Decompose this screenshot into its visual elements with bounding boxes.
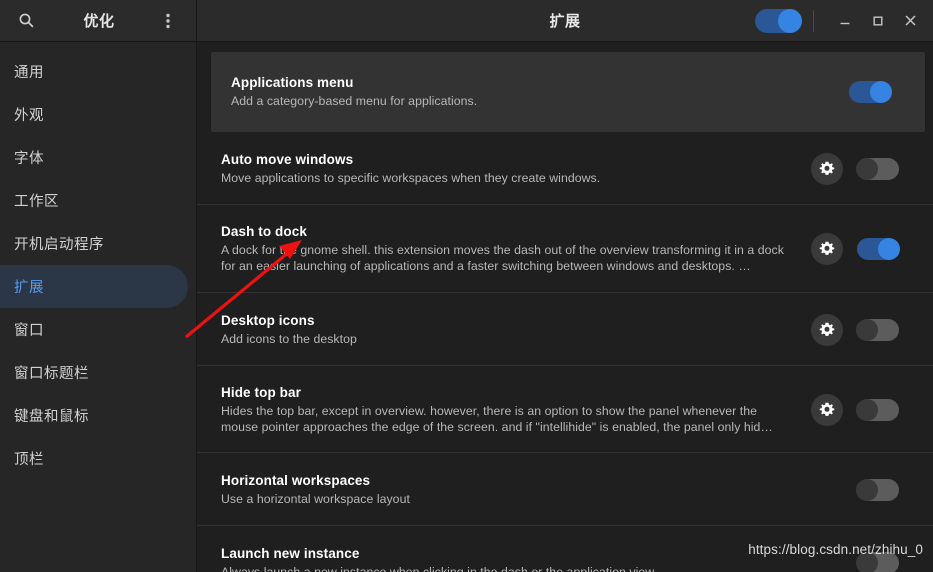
- extension-controls: [811, 393, 899, 426]
- extension-controls: [811, 233, 900, 265]
- gear-icon[interactable]: [811, 233, 843, 265]
- toggle-knob: [778, 8, 802, 33]
- extension-text: Horizontal workspaces Use a horizontal wo…: [221, 473, 857, 507]
- sidebar-item-1[interactable]: 通用: [0, 50, 188, 93]
- extension-description: A dock for the gnome shell. this extensi…: [221, 243, 784, 273]
- toggle-knob: [856, 318, 878, 341]
- sidebar-item-6[interactable]: 扩展: [0, 265, 188, 308]
- titlebar-left: 优化: [0, 0, 197, 41]
- close-button[interactable]: [894, 6, 927, 36]
- sidebar-item-10[interactable]: 顶栏: [0, 437, 188, 480]
- extension-description: Add a category-based menu for applicatio…: [231, 94, 478, 108]
- extension-enable-toggle[interactable]: [856, 551, 899, 572]
- sidebar-item-label: 字体: [14, 151, 44, 167]
- extension-row[interactable]: Desktop icons Add icons to the desktop: [197, 293, 933, 366]
- extension-text: Auto move windows Move applications to sp…: [221, 152, 811, 186]
- extension-row[interactable]: Dash to dock A dock for the gnome shell. …: [197, 205, 933, 293]
- window-body: 通用外观字体工作区开机启动程序 扩展窗口窗口标题栏键盘和鼠标顶栏 Applicat…: [0, 42, 933, 572]
- sidebar-item-3[interactable]: 字体: [0, 136, 188, 179]
- minimize-button[interactable]: [828, 6, 861, 36]
- extension-row[interactable]: Applications menu Add a category-based me…: [211, 52, 925, 132]
- extension-row[interactable]: Launch new instance Always launch a new i…: [197, 526, 933, 572]
- extension-text: Dash to dock A dock for the gnome shell. …: [221, 224, 811, 274]
- extensions-master-toggle[interactable]: [755, 8, 802, 33]
- sidebar-item-9[interactable]: 键盘和鼠标: [0, 394, 188, 437]
- sidebar-item-label: 开机启动程序: [14, 237, 104, 253]
- sidebar: 通用外观字体工作区开机启动程序 扩展窗口窗口标题栏键盘和鼠标顶栏: [0, 42, 197, 572]
- extension-text: Applications menu Add a category-based me…: [231, 75, 849, 109]
- extension-enable-toggle[interactable]: [857, 238, 900, 260]
- sidebar-item-4[interactable]: 工作区: [0, 179, 188, 222]
- toggle-knob: [856, 157, 878, 180]
- sidebar-item-label: 顶栏: [14, 452, 44, 468]
- extension-description: Hides the top bar, except in overview. h…: [221, 403, 773, 434]
- extension-controls: [811, 313, 899, 346]
- extension-name: Launch new instance: [221, 545, 360, 561]
- overflow-menu-icon[interactable]: [154, 7, 182, 35]
- extension-enable-toggle[interactable]: [856, 398, 899, 421]
- extension-description: Use a horizontal workspace layout: [221, 491, 410, 506]
- extension-name: Applications menu: [231, 75, 354, 90]
- extension-description: Always launch a new instance when clicki…: [221, 564, 657, 572]
- extension-name: Hide top bar: [221, 384, 301, 400]
- extension-row[interactable]: Auto move windows Move applications to sp…: [197, 132, 933, 205]
- sidebar-item-2[interactable]: 外观: [0, 93, 188, 136]
- sidebar-item-label: 键盘和鼠标: [14, 409, 89, 425]
- toggle-knob: [856, 398, 878, 421]
- toggle-knob: [856, 551, 878, 572]
- toggle-knob: [870, 81, 892, 103]
- extension-description: Move applications to specific workspaces…: [221, 170, 601, 185]
- toggle-knob: [856, 478, 878, 501]
- extension-controls: [811, 152, 899, 185]
- sidebar-item-label: 窗口标题栏: [14, 366, 89, 382]
- extension-text: Hide top bar Hides the top bar, except in…: [221, 385, 811, 435]
- extension-name: Dash to dock: [221, 224, 307, 239]
- sidebar-item-7[interactable]: 窗口: [0, 308, 188, 351]
- extension-enable-toggle[interactable]: [856, 318, 899, 341]
- extension-row[interactable]: Horizontal workspaces Use a horizontal wo…: [197, 453, 933, 526]
- sidebar-item-5[interactable]: 开机启动程序: [0, 222, 188, 265]
- extension-name: Desktop icons: [221, 312, 315, 328]
- extensions-list[interactable]: Applications menu Add a category-based me…: [197, 42, 933, 572]
- sidebar-item-label: 工作区: [14, 194, 59, 210]
- sidebar-item-label: 扩展: [14, 280, 44, 296]
- tweaks-window: 优化 扩展 通用 外观 字体 工作区 开机启动程序 扩展 窗口 窗口标题栏 键盘…: [0, 0, 933, 572]
- sidebar-item-label: 通用: [14, 65, 44, 81]
- gear-icon[interactable]: [811, 393, 843, 426]
- titlebar-separator: [813, 9, 814, 32]
- sidebar-item-label: 外观: [14, 108, 44, 124]
- titlebar-actions: [755, 6, 927, 36]
- titlebar-right: 扩展: [197, 0, 933, 41]
- extension-controls: [856, 551, 899, 572]
- sidebar-item-label: 窗口: [14, 323, 44, 339]
- extension-controls: [856, 478, 899, 501]
- extension-name: Auto move windows: [221, 151, 354, 167]
- extension-description: Add icons to the desktop: [221, 331, 357, 346]
- extension-enable-toggle[interactable]: [849, 81, 892, 103]
- toggle-knob: [878, 238, 900, 260]
- search-icon[interactable]: [12, 7, 40, 35]
- extension-controls: [849, 81, 892, 103]
- extension-enable-toggle[interactable]: [856, 478, 899, 501]
- maximize-button[interactable]: [861, 6, 894, 36]
- extension-text: Launch new instance Always launch a new i…: [221, 546, 857, 572]
- gear-icon[interactable]: [811, 313, 843, 346]
- titlebar: 优化 扩展: [0, 0, 933, 42]
- gear-icon[interactable]: [811, 152, 843, 185]
- extension-enable-toggle[interactable]: [856, 157, 899, 180]
- app-title: 优化: [83, 13, 115, 30]
- extension-row[interactable]: Hide top bar Hides the top bar, except in…: [197, 366, 933, 453]
- sidebar-item-8[interactable]: 窗口标题栏: [0, 351, 188, 394]
- extension-text: Desktop icons Add icons to the desktop: [221, 313, 811, 347]
- extension-name: Horizontal workspaces: [221, 472, 371, 488]
